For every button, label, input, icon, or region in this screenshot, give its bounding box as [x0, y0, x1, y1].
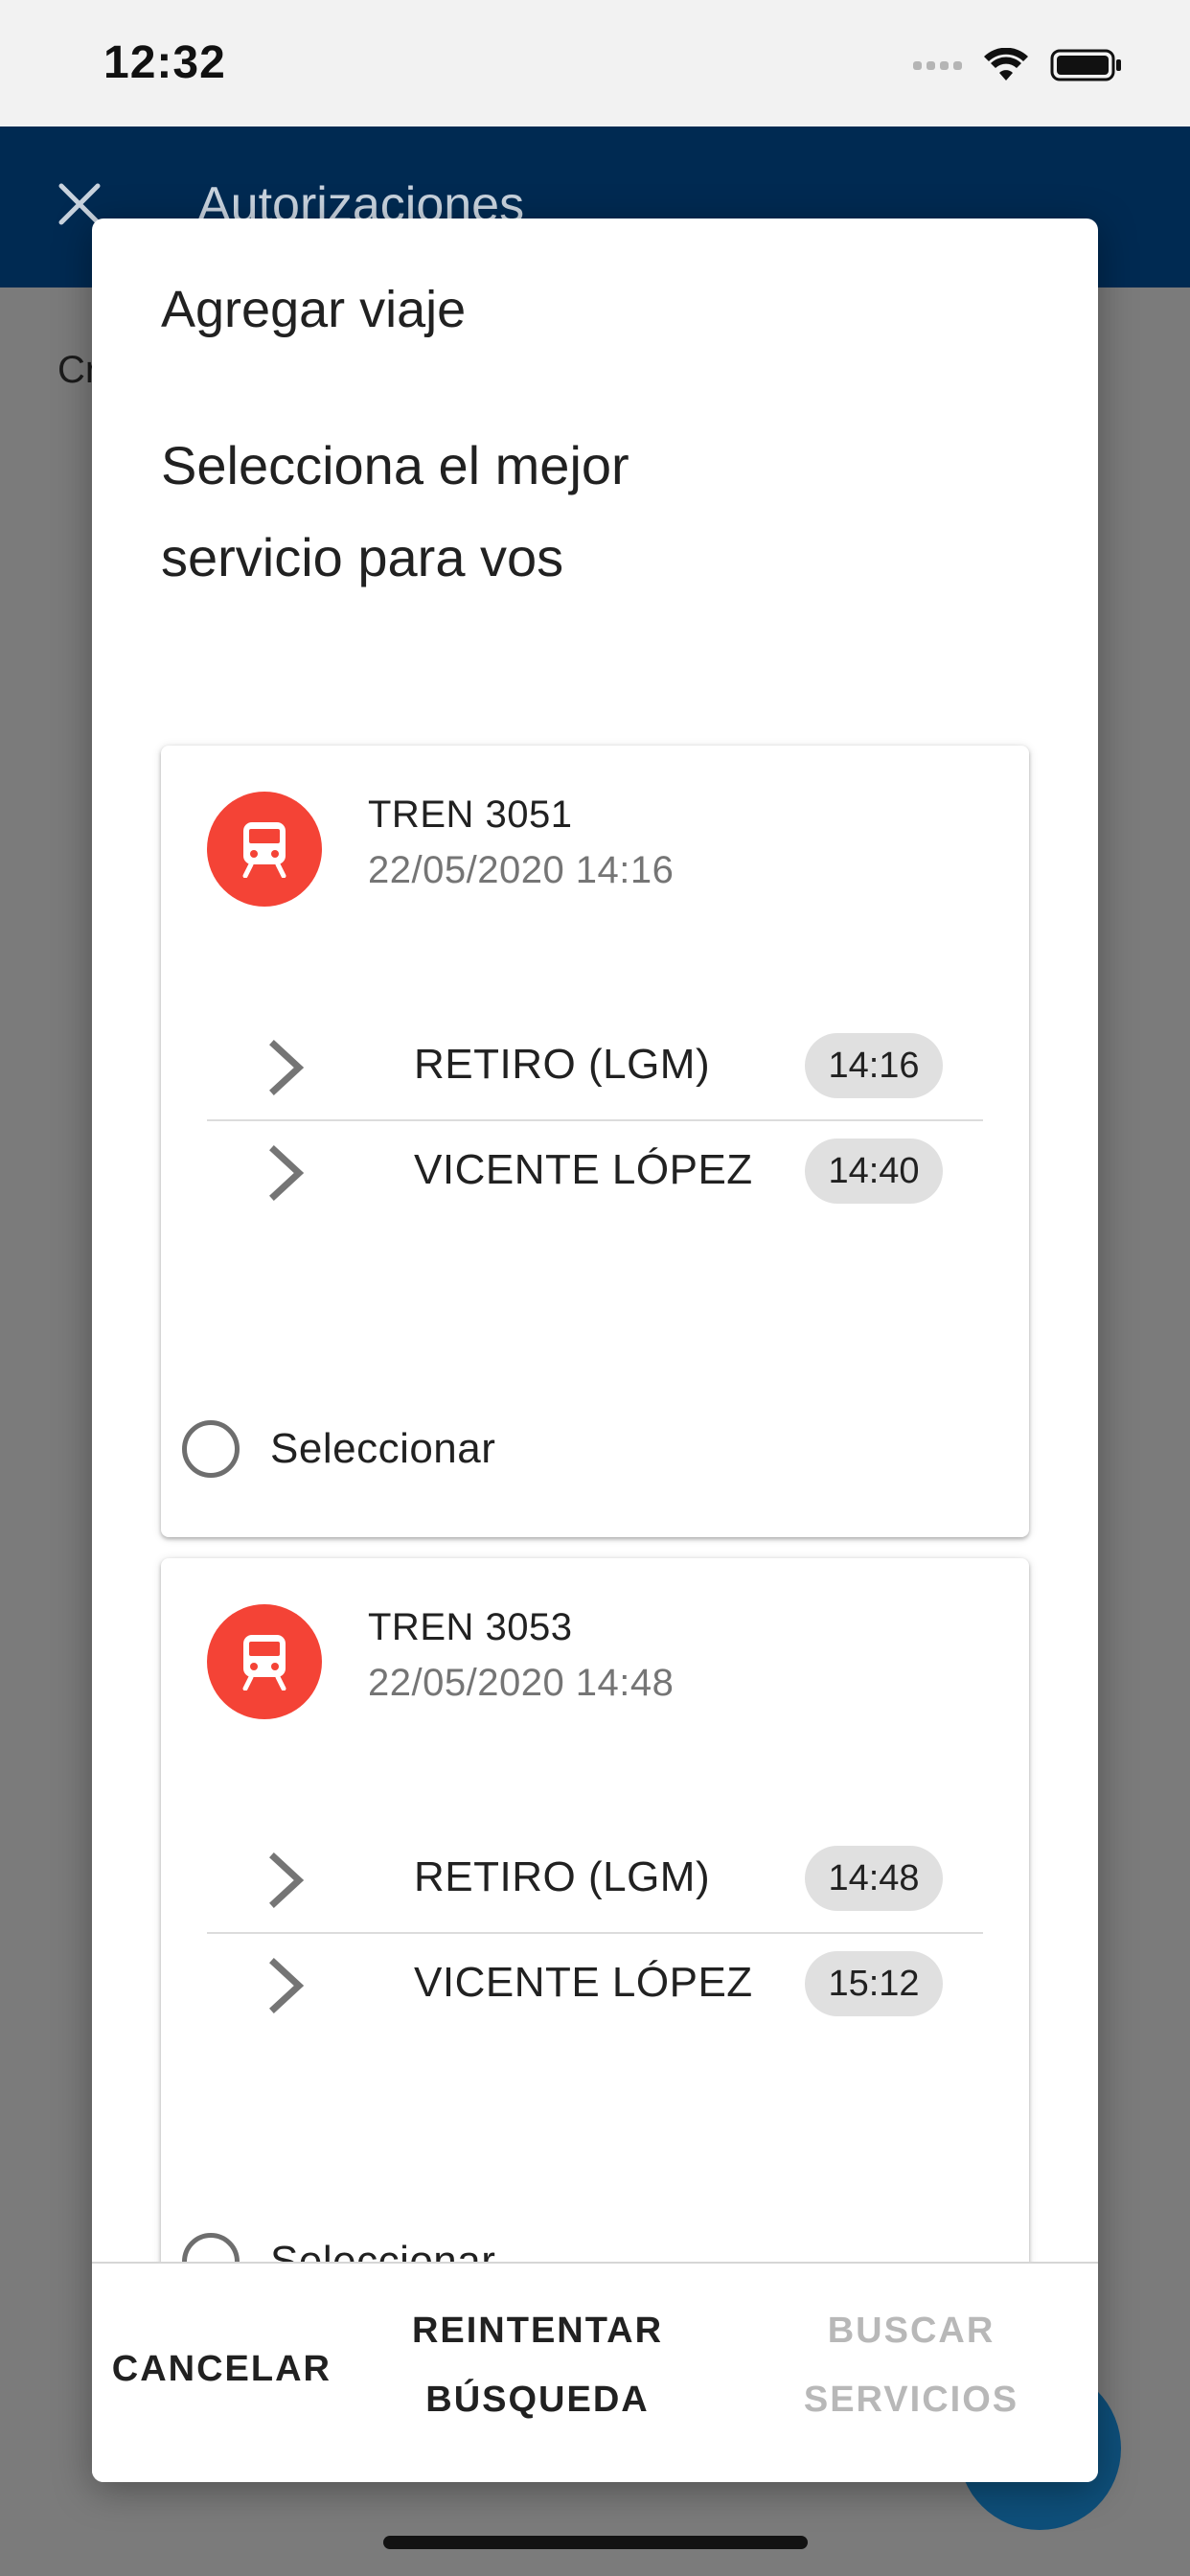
- battery-icon: [1050, 49, 1121, 81]
- stop-row: RETIRO (LGM) 14:48: [207, 1819, 983, 1934]
- signal-icon: [913, 60, 962, 70]
- train-icon: [242, 822, 286, 878]
- radio-label: Seleccionar: [270, 1425, 496, 1472]
- radio-button[interactable]: [182, 2233, 240, 2264]
- status-bar: 12:32: [0, 0, 1190, 126]
- dialog-content[interactable]: Agregar viaje Selecciona el mejor servic…: [92, 218, 1098, 2264]
- chevron-right-icon: [269, 1145, 305, 1201]
- stop-time-chip: 14:40: [805, 1138, 943, 1204]
- train-name: TREN 3051: [368, 794, 573, 836]
- stop-time-chip: 14:16: [805, 1033, 943, 1098]
- stop-name: VICENTE LÓPEZ: [414, 1959, 753, 2006]
- dialog-subtitle: Selecciona el mejor servicio para vos: [161, 435, 629, 587]
- stop-time-chip: 15:12: [805, 1951, 943, 2016]
- retry-search-button[interactable]: REINTENTAR BÚSQUEDA: [379, 2296, 696, 2434]
- stop-name: VICENTE LÓPEZ: [414, 1146, 753, 1193]
- chevron-right-icon: [269, 1852, 305, 1908]
- stop-row: VICENTE LÓPEZ 14:40: [207, 1121, 983, 1236]
- wifi-icon: [984, 48, 1028, 80]
- select-service-radio[interactable]: Seleccionar: [182, 2223, 495, 2264]
- retry-search-label-line1: REINTENTAR: [411, 2311, 664, 2351]
- stop-name: RETIRO (LGM): [414, 1853, 711, 1900]
- train-avatar: [207, 1604, 322, 1719]
- train-datetime: 22/05/2020 14:48: [368, 1662, 675, 1704]
- radio-button[interactable]: [182, 1420, 240, 1478]
- retry-search-label-line2: BÚSQUEDA: [425, 2380, 650, 2420]
- train-name: TREN 3053: [368, 1606, 573, 1648]
- stop-row: VICENTE LÓPEZ 15:12: [207, 1934, 983, 2049]
- stop-row: RETIRO (LGM) 14:16: [207, 1006, 983, 1121]
- add-trip-dialog: Agregar viaje Selecciona el mejor servic…: [92, 218, 1098, 2482]
- train-datetime: 22/05/2020 14:16: [368, 849, 675, 891]
- service-card: TREN 3051 22/05/2020 14:16 RETIRO (LGM) …: [161, 746, 1029, 1537]
- status-icons: [913, 42, 1123, 88]
- search-services-label-line1: BUSCAR: [827, 2311, 995, 2351]
- search-services-button[interactable]: BUSCAR SERVICIOS: [753, 2296, 1069, 2434]
- train-icon: [242, 1635, 286, 1690]
- dialog-title: Agregar viaje: [161, 281, 467, 338]
- chevron-right-icon: [269, 1958, 305, 2013]
- cancel-button-label: CANCELAR: [111, 2349, 332, 2389]
- service-card: TREN 3053 22/05/2020 14:48 RETIRO (LGM) …: [161, 1558, 1029, 2264]
- chevron-right-icon: [269, 1040, 305, 1095]
- select-service-radio[interactable]: Seleccionar: [182, 1411, 495, 1487]
- train-avatar: [207, 792, 322, 907]
- dialog-actions: CANCELAR REINTENTAR BÚSQUEDA BUSCAR SERV…: [92, 2262, 1098, 2482]
- status-time: 12:32: [103, 37, 226, 88]
- stop-time-chip: 14:48: [805, 1846, 943, 1911]
- cancel-button[interactable]: CANCELAR: [92, 2334, 332, 2404]
- stop-name: RETIRO (LGM): [414, 1041, 711, 1088]
- radio-label: Seleccionar: [270, 2238, 496, 2264]
- home-indicator: [383, 2536, 808, 2549]
- search-services-label-line2: SERVICIOS: [803, 2380, 1019, 2420]
